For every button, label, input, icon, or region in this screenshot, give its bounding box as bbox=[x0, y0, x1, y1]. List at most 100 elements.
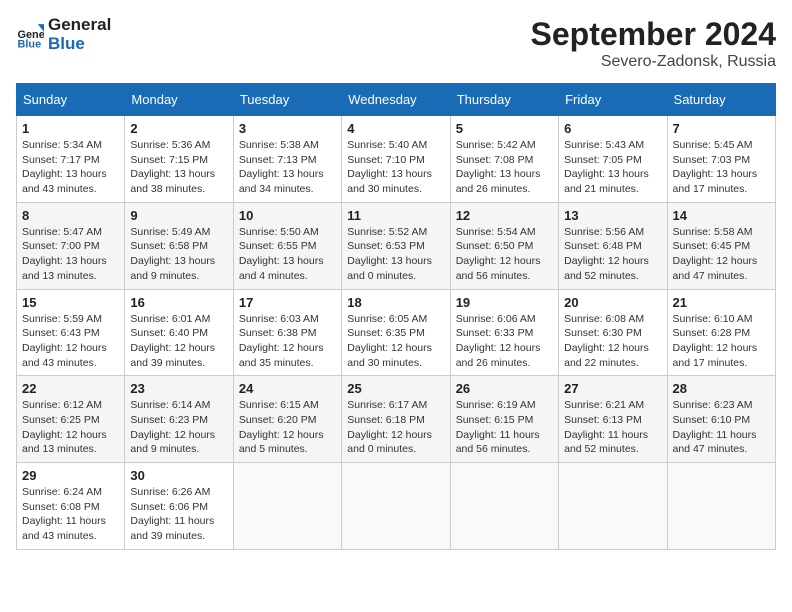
day-number: 20 bbox=[564, 295, 661, 310]
calendar-week-row: 29Sunrise: 6:24 AMSunset: 6:08 PMDayligh… bbox=[17, 463, 776, 550]
calendar-cell: 22 Sunrise: 6:12 AMSunset: 6:25 PMDayligh… bbox=[17, 376, 125, 463]
day-number: 3 bbox=[239, 121, 336, 136]
day-number: 17 bbox=[239, 295, 336, 310]
day-number: 4 bbox=[347, 121, 444, 136]
calendar-week-row: 22 Sunrise: 6:12 AMSunset: 6:25 PMDayligh… bbox=[17, 376, 776, 463]
calendar-header-row: SundayMondayTuesdayWednesdayThursdayFrid… bbox=[17, 84, 776, 116]
day-info: Sunrise: 6:06 AMSunset: 6:33 PMDaylight:… bbox=[456, 312, 553, 371]
calendar-cell: 14 Sunrise: 5:58 AMSunset: 6:45 PMDayligh… bbox=[667, 202, 775, 289]
day-info: Sunrise: 5:52 AMSunset: 6:53 PMDaylight:… bbox=[347, 225, 444, 284]
day-info: Sunrise: 5:43 AMSunset: 7:05 PMDaylight:… bbox=[564, 138, 661, 197]
weekday-header: Sunday bbox=[17, 84, 125, 116]
day-number: 15 bbox=[22, 295, 119, 310]
calendar-cell: 11 Sunrise: 5:52 AMSunset: 6:53 PMDayligh… bbox=[342, 202, 450, 289]
weekday-header: Saturday bbox=[667, 84, 775, 116]
day-number: 13 bbox=[564, 208, 661, 223]
day-info: Sunrise: 6:03 AMSunset: 6:38 PMDaylight:… bbox=[239, 312, 336, 371]
calendar-week-row: 15 Sunrise: 5:59 AMSunset: 6:43 PMDayligh… bbox=[17, 289, 776, 376]
day-info: Sunrise: 5:38 AMSunset: 7:13 PMDaylight:… bbox=[239, 138, 336, 197]
day-info: Sunrise: 5:58 AMSunset: 6:45 PMDaylight:… bbox=[673, 225, 770, 284]
calendar-cell: 2 Sunrise: 5:36 AMSunset: 7:15 PMDaylight… bbox=[125, 116, 233, 203]
day-number: 9 bbox=[130, 208, 227, 223]
day-info: Sunrise: 5:54 AMSunset: 6:50 PMDaylight:… bbox=[456, 225, 553, 284]
svg-text:Blue: Blue bbox=[18, 38, 42, 49]
logo: General Blue General Blue bbox=[16, 16, 111, 53]
day-number: 22 bbox=[22, 381, 119, 396]
day-number: 16 bbox=[130, 295, 227, 310]
calendar-cell: 26 Sunrise: 6:19 AMSunset: 6:15 PMDayligh… bbox=[450, 376, 558, 463]
calendar-cell: 30 Sunrise: 6:26 AMSunset: 6:06 PMDayligh… bbox=[125, 463, 233, 550]
day-number: 7 bbox=[673, 121, 770, 136]
day-number: 14 bbox=[673, 208, 770, 223]
day-info: Sunrise: 5:45 AMSunset: 7:03 PMDaylight:… bbox=[673, 138, 770, 197]
calendar-cell: 18 Sunrise: 6:05 AMSunset: 6:35 PMDayligh… bbox=[342, 289, 450, 376]
day-info: Sunrise: 5:50 AMSunset: 6:55 PMDaylight:… bbox=[239, 225, 336, 284]
day-info: Sunrise: 5:42 AMSunset: 7:08 PMDaylight:… bbox=[456, 138, 553, 197]
calendar-cell: 6Sunrise: 5:43 AMSunset: 7:05 PMDaylight… bbox=[559, 116, 667, 203]
day-info: Sunrise: 5:49 AMSunset: 6:58 PMDaylight:… bbox=[130, 225, 227, 284]
day-info: Sunrise: 6:10 AMSunset: 6:28 PMDaylight:… bbox=[673, 312, 770, 371]
day-info: Sunrise: 6:08 AMSunset: 6:30 PMDaylight:… bbox=[564, 312, 661, 371]
calendar-cell: 27Sunrise: 6:21 AMSunset: 6:13 PMDayligh… bbox=[559, 376, 667, 463]
calendar-cell bbox=[667, 463, 775, 550]
calendar-cell: 1Sunrise: 5:34 AMSunset: 7:17 PMDaylight… bbox=[17, 116, 125, 203]
calendar-cell: 13Sunrise: 5:56 AMSunset: 6:48 PMDayligh… bbox=[559, 202, 667, 289]
day-info: Sunrise: 6:05 AMSunset: 6:35 PMDaylight:… bbox=[347, 312, 444, 371]
day-number: 27 bbox=[564, 381, 661, 396]
day-number: 19 bbox=[456, 295, 553, 310]
day-info: Sunrise: 6:01 AMSunset: 6:40 PMDaylight:… bbox=[130, 312, 227, 371]
day-info: Sunrise: 5:59 AMSunset: 6:43 PMDaylight:… bbox=[22, 312, 119, 371]
calendar-cell: 15 Sunrise: 5:59 AMSunset: 6:43 PMDayligh… bbox=[17, 289, 125, 376]
day-info: Sunrise: 6:15 AMSunset: 6:20 PMDaylight:… bbox=[239, 398, 336, 457]
day-number: 25 bbox=[347, 381, 444, 396]
day-info: Sunrise: 6:17 AMSunset: 6:18 PMDaylight:… bbox=[347, 398, 444, 457]
calendar-week-row: 8Sunrise: 5:47 AMSunset: 7:00 PMDaylight… bbox=[17, 202, 776, 289]
day-info: Sunrise: 6:19 AMSunset: 6:15 PMDaylight:… bbox=[456, 398, 553, 457]
day-info: Sunrise: 6:23 AMSunset: 6:10 PMDaylight:… bbox=[673, 398, 770, 457]
day-number: 10 bbox=[239, 208, 336, 223]
calendar-cell: 20 Sunrise: 6:08 AMSunset: 6:30 PMDayligh… bbox=[559, 289, 667, 376]
logo-icon: General Blue bbox=[16, 21, 44, 49]
calendar-cell: 10 Sunrise: 5:50 AMSunset: 6:55 PMDayligh… bbox=[233, 202, 341, 289]
calendar-cell: 28Sunrise: 6:23 AMSunset: 6:10 PMDayligh… bbox=[667, 376, 775, 463]
calendar-cell: 7 Sunrise: 5:45 AMSunset: 7:03 PMDaylight… bbox=[667, 116, 775, 203]
day-info: Sunrise: 5:40 AMSunset: 7:10 PMDaylight:… bbox=[347, 138, 444, 197]
day-info: Sunrise: 6:26 AMSunset: 6:06 PMDaylight:… bbox=[130, 485, 227, 544]
calendar-cell: 19 Sunrise: 6:06 AMSunset: 6:33 PMDayligh… bbox=[450, 289, 558, 376]
page-header: General Blue General Blue September 2024… bbox=[16, 16, 776, 71]
day-number: 30 bbox=[130, 468, 227, 483]
calendar-cell: 4 Sunrise: 5:40 AMSunset: 7:10 PMDaylight… bbox=[342, 116, 450, 203]
weekday-header: Tuesday bbox=[233, 84, 341, 116]
day-info: Sunrise: 6:14 AMSunset: 6:23 PMDaylight:… bbox=[130, 398, 227, 457]
calendar-cell: 3 Sunrise: 5:38 AMSunset: 7:13 PMDaylight… bbox=[233, 116, 341, 203]
logo-line2: Blue bbox=[48, 35, 111, 54]
day-info: Sunrise: 6:12 AMSunset: 6:25 PMDaylight:… bbox=[22, 398, 119, 457]
weekday-header: Thursday bbox=[450, 84, 558, 116]
title-block: September 2024 Severo-Zadonsk, Russia bbox=[531, 16, 776, 71]
calendar-cell: 23Sunrise: 6:14 AMSunset: 6:23 PMDayligh… bbox=[125, 376, 233, 463]
weekday-header: Friday bbox=[559, 84, 667, 116]
day-number: 5 bbox=[456, 121, 553, 136]
day-info: Sunrise: 5:34 AMSunset: 7:17 PMDaylight:… bbox=[22, 138, 119, 197]
calendar-cell: 5 Sunrise: 5:42 AMSunset: 7:08 PMDaylight… bbox=[450, 116, 558, 203]
location: Severo-Zadonsk, Russia bbox=[531, 53, 776, 71]
day-number: 2 bbox=[130, 121, 227, 136]
calendar-cell: 21Sunrise: 6:10 AMSunset: 6:28 PMDayligh… bbox=[667, 289, 775, 376]
calendar-cell: 16 Sunrise: 6:01 AMSunset: 6:40 PMDayligh… bbox=[125, 289, 233, 376]
calendar-cell: 12Sunrise: 5:54 AMSunset: 6:50 PMDayligh… bbox=[450, 202, 558, 289]
month-title: September 2024 bbox=[531, 16, 776, 53]
weekday-header: Wednesday bbox=[342, 84, 450, 116]
calendar-table: SundayMondayTuesdayWednesdayThursdayFrid… bbox=[16, 83, 776, 550]
calendar-cell bbox=[342, 463, 450, 550]
day-info: Sunrise: 5:36 AMSunset: 7:15 PMDaylight:… bbox=[130, 138, 227, 197]
calendar-cell: 8Sunrise: 5:47 AMSunset: 7:00 PMDaylight… bbox=[17, 202, 125, 289]
day-number: 18 bbox=[347, 295, 444, 310]
calendar-cell bbox=[559, 463, 667, 550]
weekday-header: Monday bbox=[125, 84, 233, 116]
day-number: 11 bbox=[347, 208, 444, 223]
calendar-cell: 17 Sunrise: 6:03 AMSunset: 6:38 PMDayligh… bbox=[233, 289, 341, 376]
day-info: Sunrise: 5:47 AMSunset: 7:00 PMDaylight:… bbox=[22, 225, 119, 284]
calendar-cell: 29Sunrise: 6:24 AMSunset: 6:08 PMDayligh… bbox=[17, 463, 125, 550]
calendar-cell: 25 Sunrise: 6:17 AMSunset: 6:18 PMDayligh… bbox=[342, 376, 450, 463]
day-number: 26 bbox=[456, 381, 553, 396]
